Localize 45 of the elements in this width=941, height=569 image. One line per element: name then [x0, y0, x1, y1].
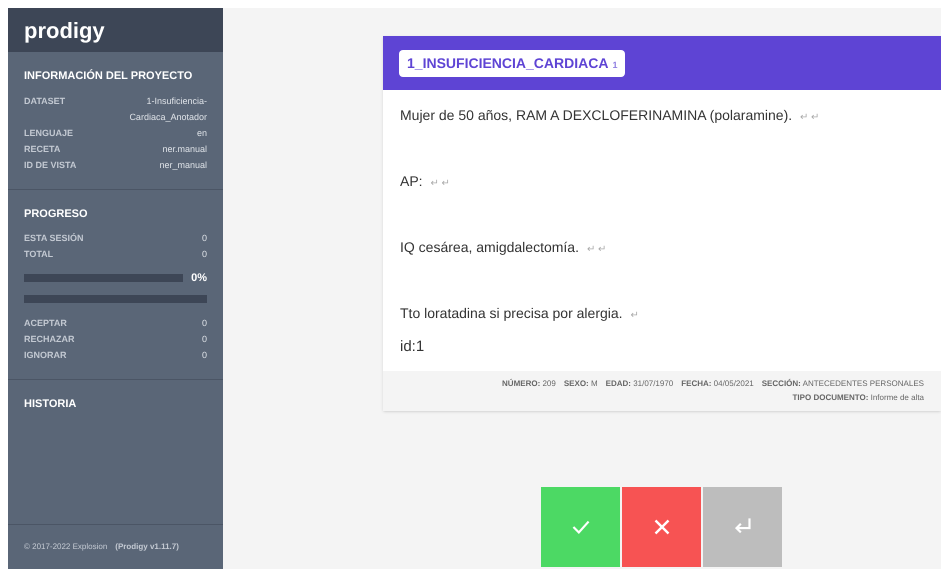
meta-field: NÚMERO: 209: [502, 376, 556, 390]
row-label: ID DE VISTA: [24, 158, 76, 172]
row-label: RECHAZAR: [24, 332, 74, 346]
section-title: HISTORIA: [24, 396, 78, 412]
row-label: TOTAL: [24, 248, 54, 261]
row-value: ner.manual: [162, 142, 207, 156]
section-title: PROGRESO: [24, 206, 89, 222]
row-value: en: [196, 126, 207, 140]
newline-marks: ↵ ↵: [586, 243, 606, 257]
paragraph-text: AP:: [400, 172, 423, 191]
logo: prodigy: [24, 16, 105, 45]
accept-button[interactable]: [541, 486, 620, 566]
row-label: RECETA: [24, 142, 60, 156]
meta-field: EDAD: 31/07/1970: [606, 376, 674, 390]
progress-reading: 0%: [191, 271, 207, 286]
newline-marks: ↵ ↵: [430, 177, 450, 191]
reject-button[interactable]: [622, 486, 701, 566]
meta-field: FECHA: 04/05/2021: [681, 376, 754, 390]
row-value: 0: [202, 348, 207, 362]
version-text: (Prodigy v1.11.7): [115, 541, 179, 553]
meta-field: SECCIÓN: ANTECEDENTES PERSONALES: [762, 376, 924, 390]
section-title: INFORMACIÓN DEL PROYECTO: [24, 68, 194, 84]
copyright-text: © 2017-2022 Explosion: [24, 541, 108, 553]
paragraph-text: IQ cesárea, amigdalectomía.: [400, 238, 579, 257]
row-label: ESTA SESIÓN: [24, 232, 84, 245]
paragraph-text: Mujer de 50 años, RAM A DEXCLOFERINAMINA (polaramine).: [400, 106, 792, 125]
label-text: 1_INSUFICIENCIA_CARDIACA: [407, 54, 608, 72]
row-label: IGNORAR: [24, 348, 66, 362]
meta-field: SEXO: M: [564, 376, 598, 390]
row-value: ner_manual: [159, 158, 207, 172]
row-label: DATASET: [24, 94, 66, 108]
row-value: 0: [202, 332, 207, 346]
row-label: LENGUAJE: [24, 126, 74, 140]
paragraph-text: Tto loratadina si precisa por alergia.: [400, 304, 623, 323]
ignore-button[interactable]: [703, 486, 782, 566]
meta-field: TIPO DOCUMENTO: Informe de alta: [792, 390, 924, 404]
row-value: 0: [202, 248, 207, 261]
label-key: 1: [612, 58, 618, 72]
entity-label[interactable]: 1_INSUFICIENCIA_CARDIACA 1: [399, 50, 626, 76]
newline-marks: ↵: [630, 309, 639, 323]
newline-marks: ↵ ↵: [800, 111, 819, 125]
row-value: 0: [202, 232, 207, 245]
row-value: 0: [202, 316, 207, 330]
id-text: id:1: [400, 337, 426, 357]
row-label: ACEPTAR: [24, 316, 67, 330]
